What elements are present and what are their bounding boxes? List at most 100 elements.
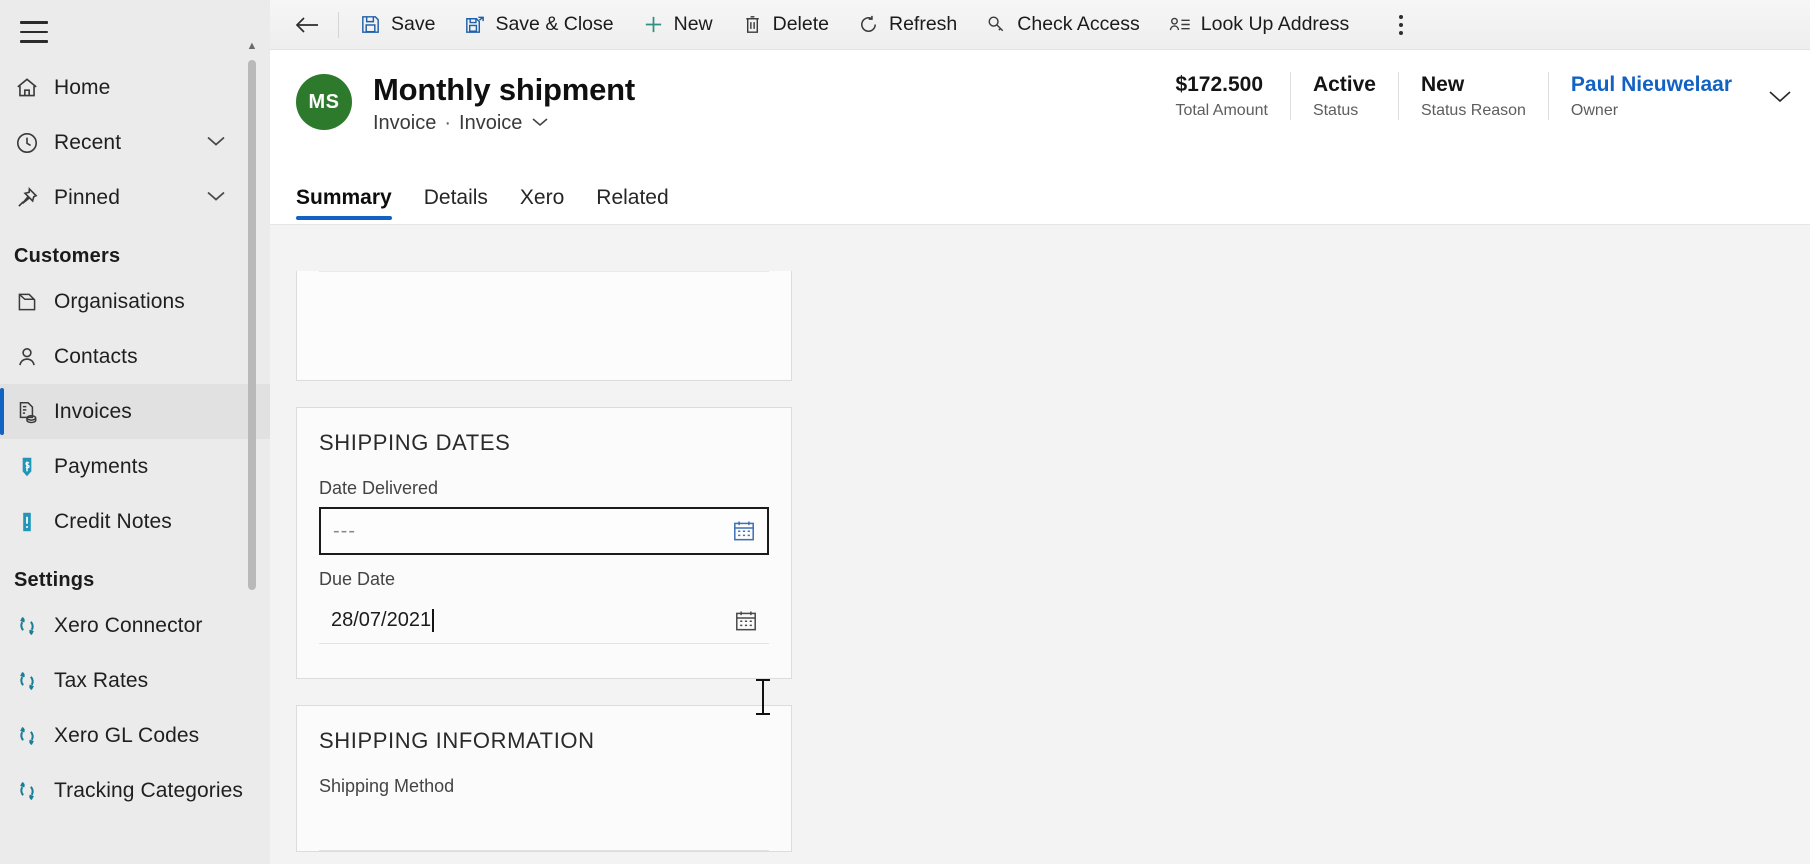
tab-label: Details (423, 186, 488, 209)
calendar-icon[interactable] (727, 514, 761, 548)
clock-icon (14, 130, 54, 156)
shipping-method-input[interactable] (319, 805, 769, 851)
sidebar-group-customers: Customers (14, 245, 121, 267)
sidebar-item-label: Tax Rates (54, 668, 149, 692)
tab-label: Related (596, 186, 669, 209)
delete-button-label: Delete (772, 13, 829, 35)
save-icon (359, 13, 382, 36)
sidebar: Home Recent Pinned Customers Organisatio… (0, 0, 270, 864)
sidebar-item-invoices[interactable]: Invoices (0, 384, 270, 439)
avatar: MS (296, 74, 352, 130)
sidebar-item-label: Pinned (54, 185, 120, 209)
sidebar-item-label: Payments (54, 454, 149, 478)
owner-link[interactable]: Paul Nieuwelaar (1571, 72, 1732, 98)
chevron-down-icon[interactable] (204, 187, 228, 208)
form-selector-label[interactable]: Invoice (459, 112, 522, 135)
tab-summary[interactable]: Summary (296, 186, 408, 224)
sidebar-item-label: Contacts (54, 344, 138, 368)
tab-related[interactable]: Related (580, 186, 684, 224)
tab-details[interactable]: Details (408, 186, 504, 224)
sidebar-item-xero-connector[interactable]: Xero Connector (0, 598, 270, 653)
refresh-button[interactable]: Refresh (843, 4, 971, 46)
text-caret (432, 609, 434, 632)
sync-icon (14, 613, 54, 639)
scroll-up-icon[interactable]: ▲ (246, 40, 258, 52)
sidebar-item-label: Tracking Categories (54, 778, 244, 802)
header-field-total-amount: $172.500 Total Amount (1153, 72, 1290, 120)
due-date-input[interactable]: 28/07/2021 (319, 598, 769, 644)
plus-icon (642, 13, 665, 36)
header-field-status-reason: New Status Reason (1397, 72, 1548, 120)
section-title: SHIPPING DATES (319, 430, 511, 455)
sidebar-item-organisations[interactable]: Organisations (0, 274, 270, 329)
sidebar-item-tracking-categories[interactable]: Tracking Categories (0, 763, 270, 818)
field-due-date: Due Date 28/07/2021 (297, 555, 791, 644)
chevron-down-icon[interactable] (530, 112, 550, 135)
sidebar-item-pinned[interactable]: Pinned (0, 170, 270, 225)
form-tabs: Summary Details Xero Related (270, 186, 685, 224)
header-field-label: Status (1312, 102, 1359, 119)
pin-icon (14, 185, 54, 211)
header-expand-chevron-down-icon[interactable] (1754, 72, 1802, 120)
look-up-address-button-label: Look Up Address (1200, 13, 1350, 35)
page-title: Monthly shipment (373, 72, 636, 107)
invoice-icon (14, 399, 54, 425)
sidebar-item-payments[interactable]: Payments (0, 439, 270, 494)
check-access-button[interactable]: Check Access (971, 4, 1153, 46)
menu-icon[interactable] (6, 4, 62, 60)
header-field-status: Active Status (1289, 72, 1398, 120)
field-label: Date Delivered (319, 478, 439, 498)
trash-icon (741, 13, 764, 36)
field-value: 28/07/2021 (331, 609, 432, 631)
new-button-label: New (673, 13, 713, 35)
sidebar-item-recent[interactable]: Recent (0, 115, 270, 170)
form-body[interactable]: SHIPPING DATES Date Delivered --- Due Da… (270, 225, 1810, 864)
chevron-down-icon[interactable] (204, 132, 228, 153)
scrollbar-thumb[interactable] (248, 60, 256, 590)
back-arrow-icon[interactable] (280, 4, 334, 46)
tab-label: Xero (519, 186, 565, 209)
command-bar: Save Save & Close New Delete Refresh Che… (270, 0, 1810, 50)
header-field-owner: Paul Nieuwelaar Owner (1547, 72, 1754, 120)
form-column-left: SHIPPING DATES Date Delivered --- Due Da… (296, 225, 792, 864)
field-label: Shipping Method (319, 776, 455, 796)
sidebar-item-home[interactable]: Home (0, 60, 270, 115)
header-field-label: Status Reason (1420, 102, 1526, 119)
sidebar-scrollbar[interactable]: ▲ (246, 40, 258, 860)
contact-icon (14, 344, 54, 370)
date-delivered-input[interactable]: --- (319, 507, 769, 555)
new-button[interactable]: New (628, 4, 727, 46)
section-divider (319, 271, 769, 272)
more-options-icon[interactable] (1379, 4, 1423, 46)
look-up-address-button[interactable]: Look Up Address (1154, 4, 1364, 46)
delete-button[interactable]: Delete (727, 4, 843, 46)
credit-note-icon (14, 509, 54, 535)
sidebar-item-label: Invoices (54, 399, 132, 423)
save-and-close-button[interactable]: Save & Close (449, 4, 627, 46)
sidebar-item-credit-notes[interactable]: Credit Notes (0, 494, 270, 549)
check-access-button-label: Check Access (1017, 13, 1140, 35)
record-title-block: Monthly shipment Invoice · Invoice (373, 72, 635, 135)
sidebar-item-label: Recent (54, 130, 122, 154)
save-button[interactable]: Save (345, 4, 449, 46)
refresh-icon (857, 13, 880, 36)
subtitle-separator: · (444, 112, 452, 134)
organisation-icon (14, 289, 54, 315)
tab-xero[interactable]: Xero (504, 186, 580, 224)
command-bar-divider (338, 11, 339, 38)
sidebar-item-tax-rates[interactable]: Tax Rates (0, 653, 270, 708)
save-and-close-icon (463, 13, 486, 36)
sidebar-item-contacts[interactable]: Contacts (0, 329, 270, 384)
save-button-label: Save (391, 13, 436, 35)
field-date-delivered: Date Delivered --- (297, 464, 791, 555)
calendar-icon[interactable] (729, 604, 763, 638)
save-and-close-button-label: Save & Close (495, 13, 614, 35)
header-field-label: Owner (1570, 102, 1619, 119)
form-right-empty-area (1050, 225, 1810, 864)
field-shipping-method: Shipping Method (297, 762, 791, 851)
sidebar-item-label: Home (54, 75, 111, 99)
sidebar-item-xero-gl-codes[interactable]: Xero GL Codes (0, 708, 270, 763)
payment-icon (14, 454, 54, 480)
section-shipping-information: SHIPPING INFORMATION Shipping Method (296, 705, 792, 852)
header-field-value: $172.500 (1175, 73, 1264, 96)
